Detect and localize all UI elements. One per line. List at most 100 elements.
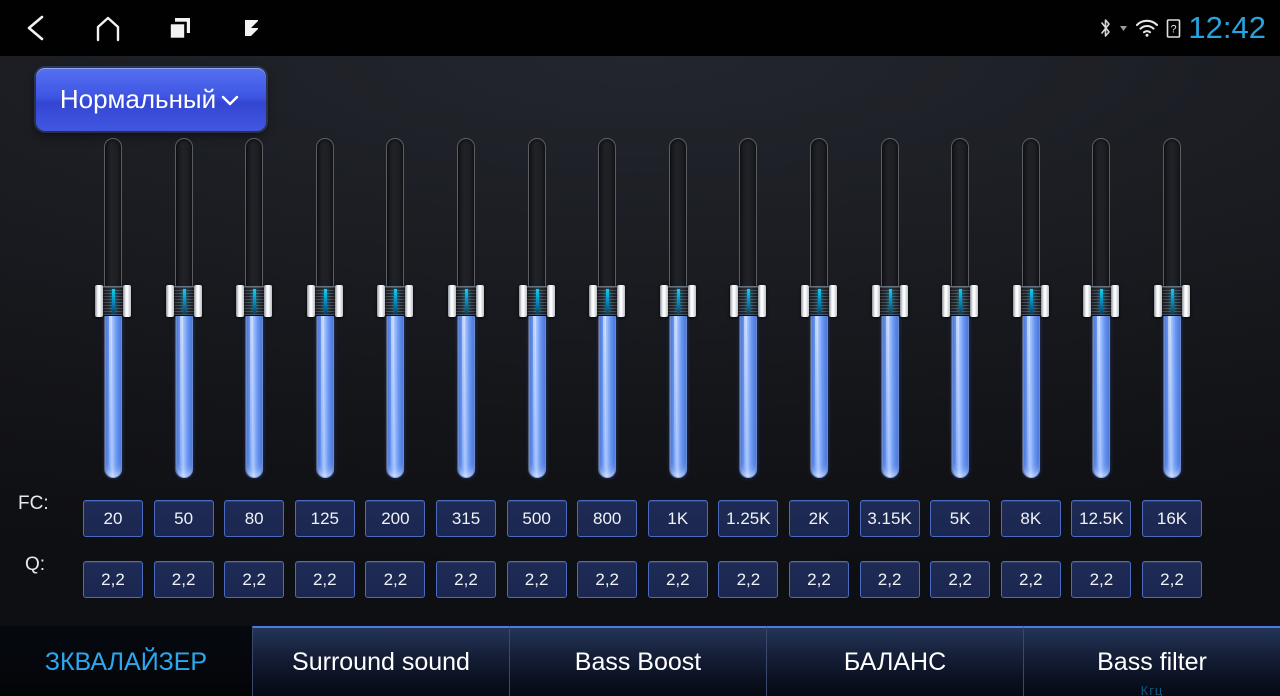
fc-value-chip[interactable]: 1K (647, 500, 708, 537)
band-slider[interactable] (871, 138, 908, 478)
q-value-chip[interactable]: 2,2 (365, 561, 426, 598)
clock: 12:42 (1188, 9, 1266, 45)
slider-thumb[interactable] (1012, 285, 1049, 318)
fc-value-chip[interactable]: 1.25K (718, 500, 779, 537)
slider-thumb[interactable] (730, 285, 767, 318)
q-value-chip[interactable]: 2,2 (1142, 561, 1202, 598)
tab-bass-boost[interactable]: Bass Boost (509, 626, 766, 696)
tab-sublabel: Кгц (1140, 683, 1164, 696)
q-value-chip[interactable]: 2,2 (83, 561, 143, 598)
fc-value-chip[interactable]: 12.5K (1071, 500, 1132, 537)
home-button[interactable] (72, 0, 144, 56)
slider-thumb[interactable] (589, 285, 626, 318)
q-value-chip[interactable]: 2,2 (224, 561, 285, 598)
slider-thumb-cap-left (518, 285, 527, 318)
q-value-chip[interactable]: 2,2 (294, 561, 355, 598)
band-slider[interactable] (448, 138, 484, 478)
slider-thumb-grip (456, 286, 476, 317)
fc-value-chip[interactable]: 8K (1000, 500, 1061, 537)
slider-thumb-grip (385, 286, 406, 317)
band-slider[interactable] (306, 138, 343, 478)
q-value-chip[interactable]: 2,2 (1071, 561, 1132, 598)
slider-thumb-grip (1091, 286, 1112, 317)
slider-fill (458, 301, 475, 478)
fc-value-chip[interactable]: 800 (577, 500, 638, 537)
preset-dropdown-button[interactable]: Нормальный (36, 68, 266, 131)
q-value-chip[interactable]: 2,2 (153, 561, 214, 598)
band-slider[interactable] (801, 138, 837, 478)
band-slider[interactable] (377, 138, 414, 478)
q-value-chip[interactable]: 2,2 (1000, 561, 1061, 598)
slider-thumb-cap-left (1154, 285, 1162, 318)
q-value-chip[interactable]: 2,2 (436, 561, 496, 598)
fc-value-chip[interactable]: 2K (789, 500, 849, 537)
slider-thumb-grip (244, 286, 265, 317)
fc-value-chip[interactable]: 80 (224, 500, 285, 537)
slider-thumb-cap-left (165, 285, 174, 318)
fc-row-label: FC: (18, 493, 49, 514)
band-slider[interactable] (165, 138, 202, 478)
slider-thumb[interactable] (1154, 285, 1190, 318)
band-slider[interactable] (942, 138, 979, 478)
slider-thumb[interactable] (236, 285, 273, 318)
tab-equalizer[interactable]: ЗКВАЛАЙЗЕР (0, 626, 252, 696)
slider-thumb-cap-right (193, 285, 202, 318)
fc-value-chip[interactable]: 16K (1142, 500, 1202, 537)
band-slider[interactable] (1154, 138, 1190, 478)
q-value-chip[interactable]: 2,2 (930, 561, 991, 598)
band-slider[interactable] (518, 138, 555, 478)
q-value-chip[interactable]: 2,2 (506, 561, 567, 598)
slider-thumb[interactable] (448, 285, 484, 318)
slider-thumb[interactable] (1083, 285, 1120, 318)
fc-value-chip[interactable]: 3.15K (859, 500, 920, 537)
q-value-chip[interactable]: 2,2 (647, 561, 708, 598)
band-slider[interactable] (1012, 138, 1049, 478)
signal-caret-icon (1120, 26, 1128, 31)
recents-icon (168, 18, 190, 41)
band-slider[interactable] (589, 138, 626, 478)
slider-thumb-grip (1020, 286, 1041, 317)
slider-thumb-cap-right (1111, 285, 1120, 318)
slider-thumb[interactable] (659, 285, 696, 318)
slider-thumb[interactable] (871, 285, 908, 318)
slider-thumb-cap-right (617, 285, 626, 318)
tab-balance[interactable]: БАЛАНС (766, 626, 1023, 696)
slider-thumb[interactable] (942, 285, 979, 318)
home-icon (96, 16, 120, 42)
band-slider[interactable] (730, 138, 767, 478)
equalizer-body: Нормальный FC: Q: 20 50 80 125 200 315 500 800 1… (0, 56, 1280, 626)
fc-value-chip[interactable]: 5K (930, 500, 991, 537)
slider-thumb-cap-left (659, 285, 668, 318)
fc-value-chip[interactable]: 125 (294, 500, 355, 537)
slider-thumb[interactable] (165, 285, 202, 318)
sim-unknown-icon: ? (1167, 18, 1181, 38)
q-value-chip[interactable]: 2,2 (577, 561, 638, 598)
flag-menu-button[interactable] (216, 0, 288, 56)
q-value-chip[interactable]: 2,2 (718, 561, 779, 598)
flag-icon (245, 20, 258, 36)
tab-surround-sound[interactable]: Surround sound (252, 626, 509, 696)
fc-value-chip[interactable]: 50 (153, 500, 214, 537)
back-button[interactable] (0, 0, 72, 56)
slider-thumb[interactable] (377, 285, 414, 318)
fc-value-chip[interactable]: 200 (365, 500, 426, 537)
slider-thumb[interactable] (306, 285, 343, 318)
slider-thumb[interactable] (801, 285, 837, 318)
chevron-down-icon (218, 88, 242, 112)
fc-value-chip[interactable]: 500 (506, 500, 567, 537)
q-value-chip[interactable]: 2,2 (859, 561, 920, 598)
fc-value-chip[interactable]: 20 (83, 500, 143, 537)
slider-thumb[interactable] (518, 285, 555, 318)
band-slider[interactable] (95, 138, 131, 478)
slider-thumb-cap-left (95, 285, 103, 318)
tab-label: Bass filter (1097, 647, 1207, 676)
band-slider[interactable] (659, 138, 696, 478)
fc-value-chip[interactable]: 315 (436, 500, 496, 537)
slider-thumb[interactable] (95, 285, 131, 318)
q-value-chip[interactable]: 2,2 (789, 561, 849, 598)
band-slider[interactable] (1083, 138, 1120, 478)
recents-button[interactable] (144, 0, 216, 56)
slider-fill (811, 301, 828, 478)
tab-bass-filter[interactable]: Bass filter Кгц (1023, 626, 1280, 696)
band-slider[interactable] (236, 138, 273, 478)
